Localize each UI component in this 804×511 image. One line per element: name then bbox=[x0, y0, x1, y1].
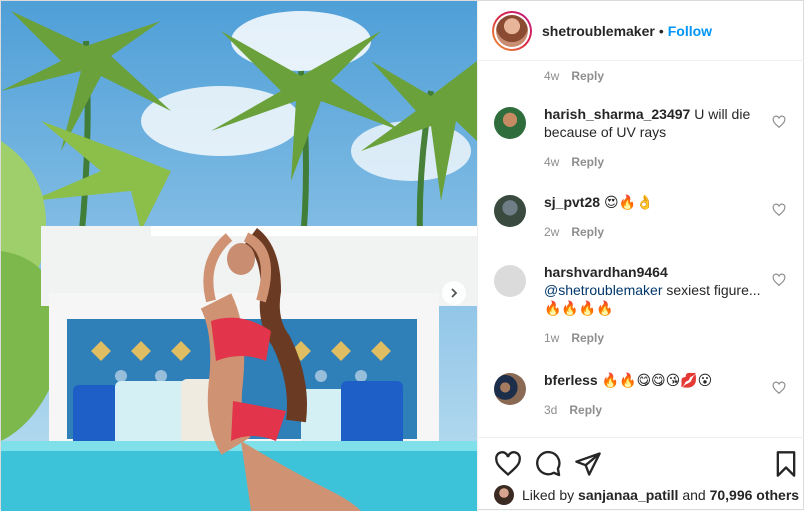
reply-button[interactable]: Reply bbox=[569, 401, 602, 419]
reply-button[interactable]: Reply bbox=[571, 223, 604, 241]
bookmark-icon[interactable] bbox=[772, 450, 800, 478]
commenter-avatar[interactable] bbox=[494, 265, 526, 297]
comment-age: 4w bbox=[544, 155, 560, 169]
comment-meta: 2w Reply bbox=[544, 223, 766, 241]
comment-meta: 1w Reply bbox=[544, 329, 766, 347]
share-icon[interactable] bbox=[574, 450, 602, 478]
comment-meta: 3d Reply bbox=[544, 401, 766, 419]
likes-others[interactable]: 70,996 others bbox=[710, 487, 800, 503]
commenter-avatar[interactable] bbox=[494, 107, 526, 139]
likes-joiner: and bbox=[682, 487, 706, 503]
comments-list[interactable]: 4w Reply harish_sharma_23497 U will die … bbox=[478, 62, 804, 437]
like-comment-heart-icon[interactable] bbox=[772, 273, 786, 287]
comment-age: 4w bbox=[544, 69, 560, 83]
comment-meta: 4w Reply bbox=[544, 153, 766, 171]
previous-comment-meta: 4w Reply bbox=[544, 69, 604, 83]
follow-button[interactable]: Follow bbox=[668, 23, 712, 39]
commenter-username[interactable]: harish_sharma_23497 bbox=[544, 106, 690, 122]
commenter-username[interactable]: bferless bbox=[544, 372, 598, 388]
reply-button[interactable]: Reply bbox=[571, 69, 604, 83]
comment-age: 1w bbox=[544, 331, 560, 345]
post-modal: shetroublemaker • Follow 4w Reply harish… bbox=[0, 0, 804, 511]
liker-avatar[interactable] bbox=[494, 485, 514, 505]
next-arrow-icon bbox=[451, 288, 458, 298]
comment-age: 3d bbox=[544, 403, 558, 417]
comment-body: bferless 🔥🔥😋😋😘💋😮 3d Reply bbox=[544, 371, 766, 419]
like-comment-heart-icon[interactable] bbox=[772, 115, 786, 129]
comment-body: harshvardhan9464 @shetroublemaker sexies… bbox=[544, 263, 766, 347]
post-photo[interactable] bbox=[1, 1, 477, 511]
post-actions: Liked by sanjanaa_patill and 70,996 othe… bbox=[478, 437, 804, 511]
reply-button[interactable]: Reply bbox=[571, 153, 604, 171]
like-comment-heart-icon[interactable] bbox=[772, 381, 786, 395]
likes-prefix: Liked by bbox=[522, 487, 575, 503]
commenter-avatar[interactable] bbox=[494, 373, 526, 405]
commenter-username[interactable]: sj_pvt28 bbox=[544, 194, 600, 210]
author-username[interactable]: shetroublemaker bbox=[542, 23, 655, 39]
post-header: shetroublemaker • Follow bbox=[478, 1, 804, 61]
heart-icon[interactable] bbox=[494, 450, 522, 478]
author-avatar[interactable] bbox=[492, 10, 532, 51]
comment-icon[interactable] bbox=[534, 450, 562, 478]
post-sidebar: shetroublemaker • Follow 4w Reply harish… bbox=[477, 1, 804, 511]
commenter-avatar[interactable] bbox=[494, 195, 526, 227]
comment-text: 🔥🔥😋😋😘💋😮 bbox=[601, 372, 713, 388]
next-photo-button[interactable] bbox=[442, 281, 466, 305]
reply-button[interactable]: Reply bbox=[571, 329, 604, 347]
commenter-username[interactable]: harshvardhan9464 bbox=[544, 264, 668, 280]
likes-summary: Liked by sanjanaa_patill and 70,996 othe… bbox=[494, 485, 799, 505]
comment-text: 😍🔥👌 bbox=[603, 194, 654, 210]
liker-username[interactable]: sanjanaa_patill bbox=[578, 487, 678, 503]
comment-body: sj_pvt28 😍🔥👌 2w Reply bbox=[544, 193, 766, 241]
comment-age: 2w bbox=[544, 225, 560, 239]
separator-dot: • bbox=[658, 22, 664, 39]
photo-illustration bbox=[1, 1, 477, 511]
like-comment-heart-icon[interactable] bbox=[772, 203, 786, 217]
comment-body: harish_sharma_23497 U will die because o… bbox=[544, 105, 766, 171]
comment-mention[interactable]: @shetroublemaker bbox=[544, 282, 663, 298]
